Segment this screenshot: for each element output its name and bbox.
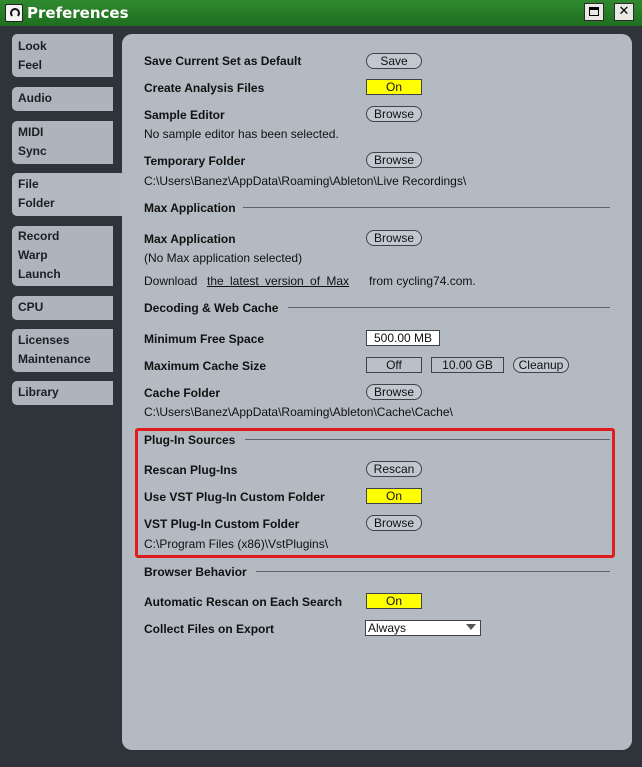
create-analysis-files-label: Create Analysis Files — [144, 81, 265, 95]
save-current-set-label: Save Current Set as Default — [144, 54, 302, 68]
preferences-window: Preferences ✕ Look Feel Audio MIDI Sync … — [0, 0, 642, 767]
download-max-suffix: from cycling74.com. — [369, 274, 476, 288]
tab-look-feel[interactable]: Look Feel — [12, 34, 113, 77]
minimum-free-space-label: Minimum Free Space — [144, 332, 265, 346]
tab-label: Licenses — [18, 333, 70, 347]
section-max-application: Max Application — [144, 201, 236, 215]
restore-window-icon[interactable] — [584, 3, 604, 21]
collect-files-label: Collect Files on Export — [144, 622, 275, 636]
automatic-rescan-toggle[interactable]: On — [366, 593, 422, 609]
cleanup-button[interactable]: Cleanup — [513, 357, 569, 373]
create-analysis-files-toggle[interactable]: On — [366, 79, 422, 95]
maximum-cache-size-field[interactable]: 10.00 GB — [431, 357, 504, 373]
max-application-browse-button[interactable]: Browse — [366, 230, 422, 246]
download-max-prefix: Download — [144, 274, 198, 288]
cache-folder-label: Cache Folder — [144, 386, 221, 400]
save-button[interactable]: Save — [366, 53, 422, 69]
tab-label: File — [18, 177, 39, 191]
tab-midi-sync[interactable]: MIDI Sync — [12, 121, 113, 164]
close-icon[interactable]: ✕ — [614, 3, 634, 21]
collect-files-select[interactable]: Always — [365, 620, 481, 636]
window-title: Preferences — [27, 4, 129, 22]
tab-label: Audio — [18, 91, 52, 105]
max-application-label: Max Application — [144, 232, 236, 246]
sample-editor-label: Sample Editor — [144, 108, 225, 122]
section-divider — [256, 571, 610, 572]
tab-library[interactable]: Library — [12, 381, 113, 405]
temporary-folder-label: Temporary Folder — [144, 154, 246, 168]
tab-label: CPU — [18, 300, 44, 314]
section-browser-behavior: Browser Behavior — [144, 565, 247, 579]
temporary-folder-browse-button[interactable]: Browse — [366, 152, 422, 168]
section-divider — [243, 207, 610, 208]
minimum-free-space-field[interactable]: 500.00 MB — [366, 330, 440, 346]
tab-record-warp-launch[interactable]: Record Warp Launch — [12, 226, 113, 286]
download-max-link[interactable]: the latest version of Max — [207, 274, 349, 288]
plugin-sources-highlight — [135, 428, 615, 558]
tab-label: Folder — [18, 196, 55, 210]
cache-folder-path: C:\Users\Banez\AppData\Roaming\Ableton\C… — [144, 405, 453, 419]
cache-folder-browse-button[interactable]: Browse — [366, 384, 422, 400]
tab-label: Look — [18, 39, 47, 53]
maximum-cache-size-label: Maximum Cache Size — [144, 359, 267, 373]
ableton-logo-icon — [5, 4, 23, 22]
tab-label: Feel — [18, 58, 43, 72]
max-application-status: (No Max application selected) — [144, 251, 303, 265]
tab-label: Library — [18, 385, 59, 399]
sample-editor-browse-button[interactable]: Browse — [366, 106, 422, 122]
tab-label: Record — [18, 229, 60, 243]
tab-label: Sync — [18, 144, 47, 158]
tab-cpu[interactable]: CPU — [12, 296, 113, 320]
temporary-folder-path: C:\Users\Banez\AppData\Roaming\Ableton\L… — [144, 174, 467, 188]
tab-audio[interactable]: Audio — [12, 87, 113, 111]
collect-files-value: Always — [368, 621, 407, 635]
section-divider — [288, 307, 610, 308]
tab-label: Warp — [18, 248, 48, 262]
automatic-rescan-label: Automatic Rescan on Each Search — [144, 595, 343, 609]
tab-label: Launch — [18, 267, 61, 281]
tab-label: Maintenance — [18, 352, 91, 366]
title-bar[interactable]: Preferences ✕ — [0, 0, 642, 26]
maximum-cache-size-toggle[interactable]: Off — [366, 357, 422, 373]
tab-label: MIDI — [18, 125, 44, 139]
sample-editor-status: No sample editor has been selected. — [144, 127, 339, 141]
chevron-down-icon — [466, 624, 476, 630]
tab-licenses-maintenance[interactable]: Licenses Maintenance — [12, 329, 113, 372]
section-decoding-web-cache: Decoding & Web Cache — [144, 301, 279, 315]
tab-file-folder[interactable]: File Folder — [12, 173, 128, 216]
